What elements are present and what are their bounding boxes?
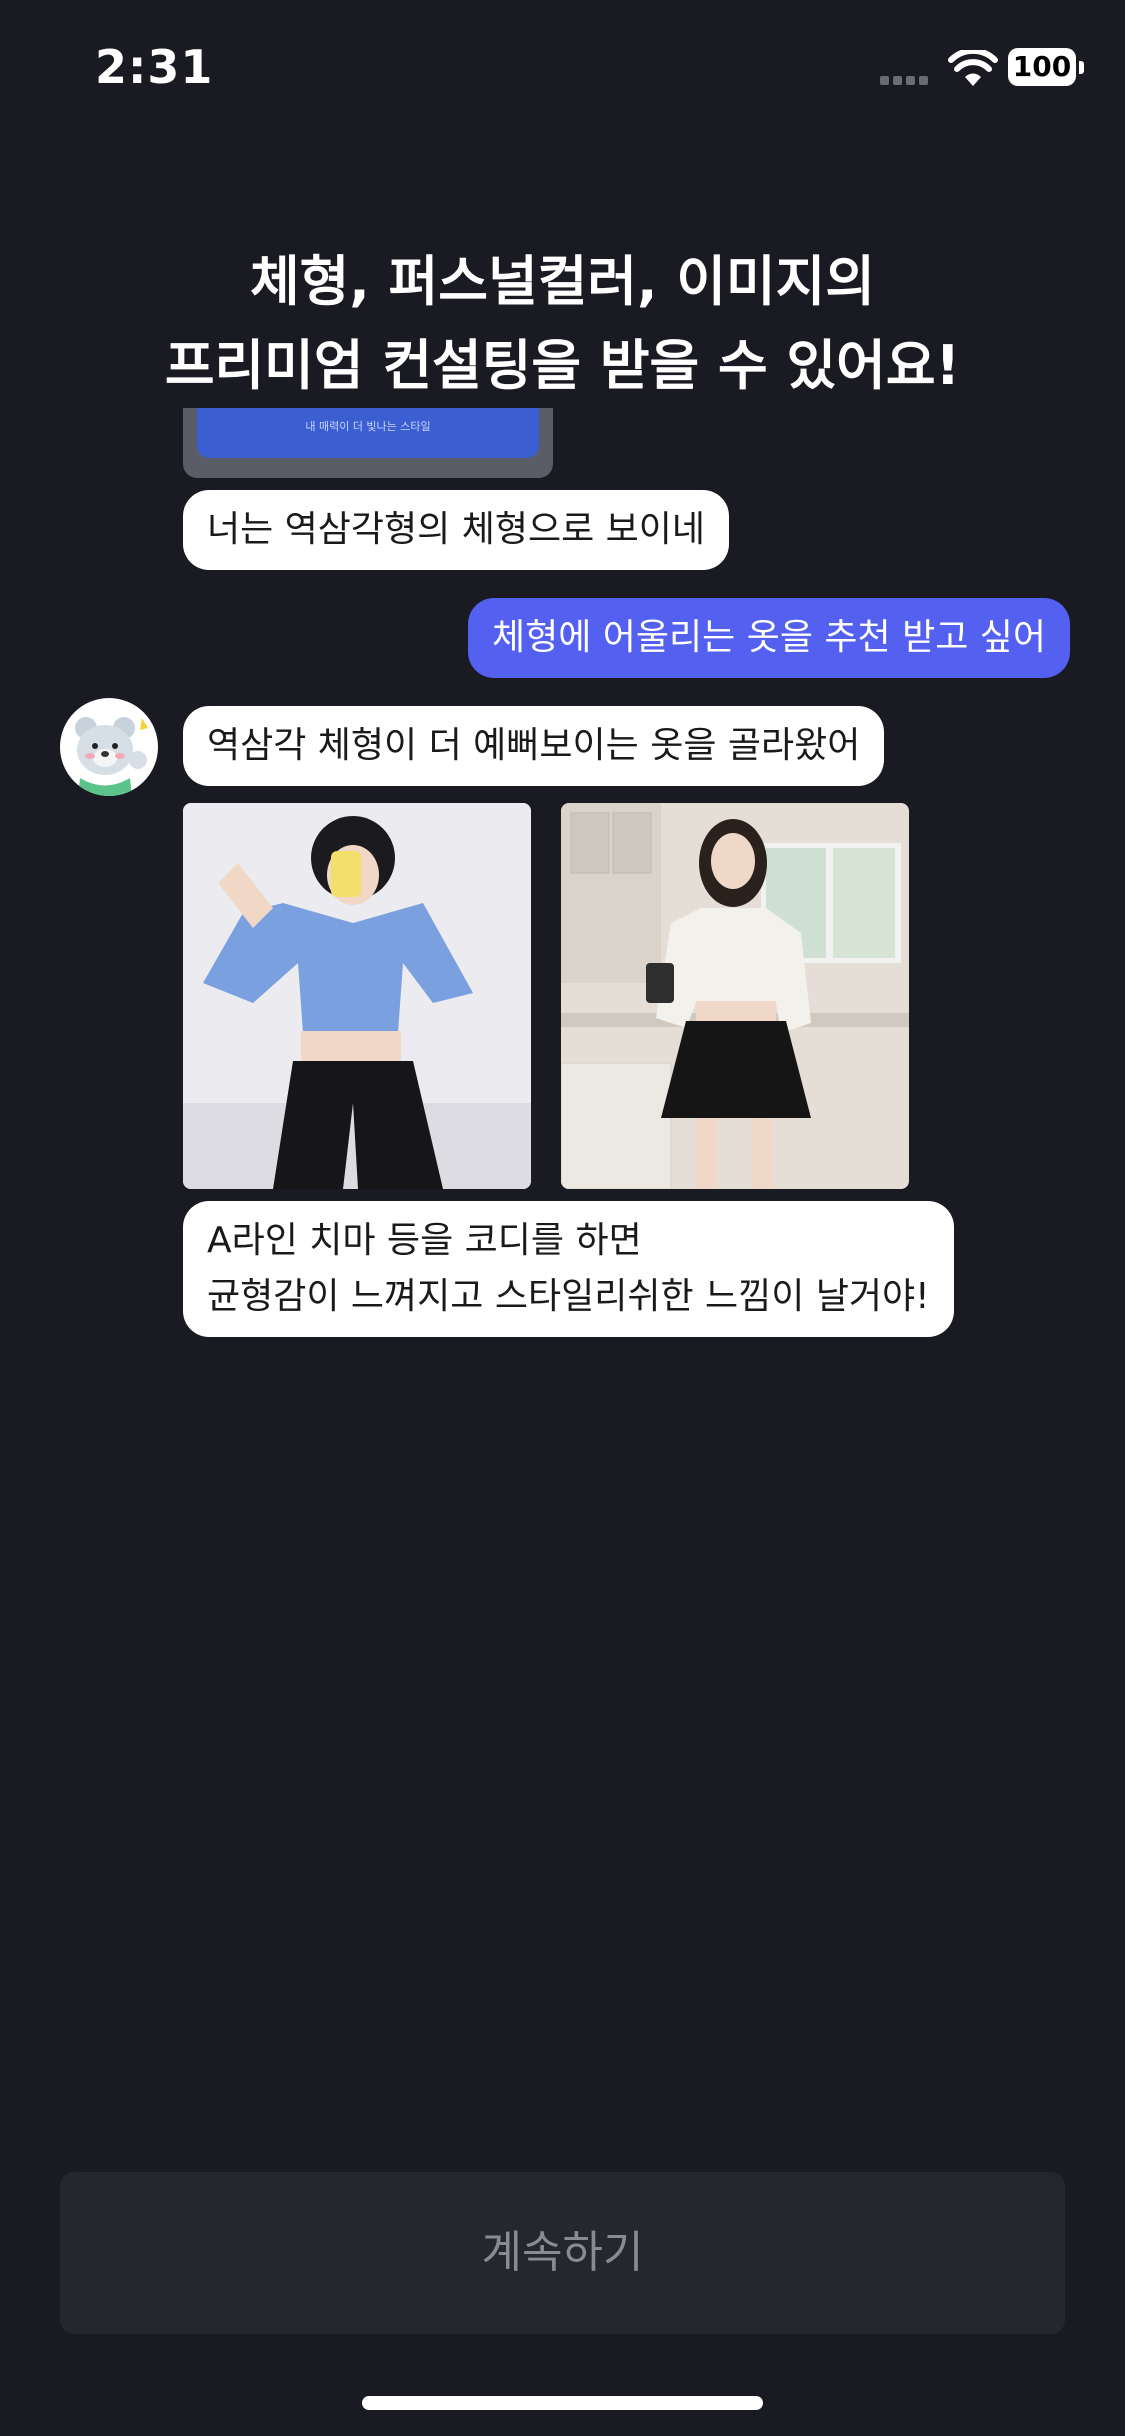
previous-card-banner: 내 매력이 더 빛나는 스타일 [197,408,539,458]
page-headline: 체형, 퍼스널컬러, 이미지의 프리미엄 컨설팅을 받을 수 있어요! [0,240,1125,408]
outfit-photo-white-top-black-skirt [561,803,909,1189]
battery-cap [1079,61,1084,74]
bot-message-3-line-1: A라인 치마 등을 코디를 하면 [207,1220,642,1261]
user-message: 체형에 어울리는 옷을 추천 받고 싶어 [468,598,1071,678]
outfit-photo-blue-crop-top [183,803,531,1189]
bot-avatar [60,698,158,796]
previous-card-preview: 내 매력이 더 빛나는 스타일 [183,408,553,478]
bot-message-3-line-2: 균형감이 느껴지고 스타일리쉬한 느낌이 날거야! [207,1276,930,1317]
bot-message-1: 너는 역삼각형의 체형으로 보이네 [183,490,730,570]
home-indicator[interactable] [362,2396,763,2410]
bear-mascot-icon [75,717,148,796]
bot-message-2: 역삼각 체형이 더 예뻐보이는 옷을 골라왔어 [183,706,885,786]
continue-button[interactable]: 계속하기 [60,2172,1065,2334]
bot-message-3: A라인 치마 등을 코디를 하면 균형감이 느껴지고 스타일리쉬한 느낌이 날거… [183,1201,954,1337]
outfit-photo-1[interactable] [183,803,531,1189]
chat-thread[interactable]: 내 매력이 더 빛나는 스타일 너는 역삼각형의 체형으로 보이네 체형에 어울… [0,408,1125,1408]
status-time: 2:31 [95,40,214,94]
battery-icon: 100 [1008,48,1076,86]
headline-line-1: 체형, 퍼스널컬러, 이미지의 [249,250,876,313]
cellular-signal-icon [880,70,932,89]
headline-line-2: 프리미엄 컨설팅을 받을 수 있어요! [164,334,961,397]
wifi-icon [948,50,998,86]
outfit-photo-2[interactable] [561,803,909,1189]
status-bar: 2:31 100 [0,0,1125,140]
previous-card-caption: 내 매력이 더 빛나는 스타일 [305,420,431,433]
